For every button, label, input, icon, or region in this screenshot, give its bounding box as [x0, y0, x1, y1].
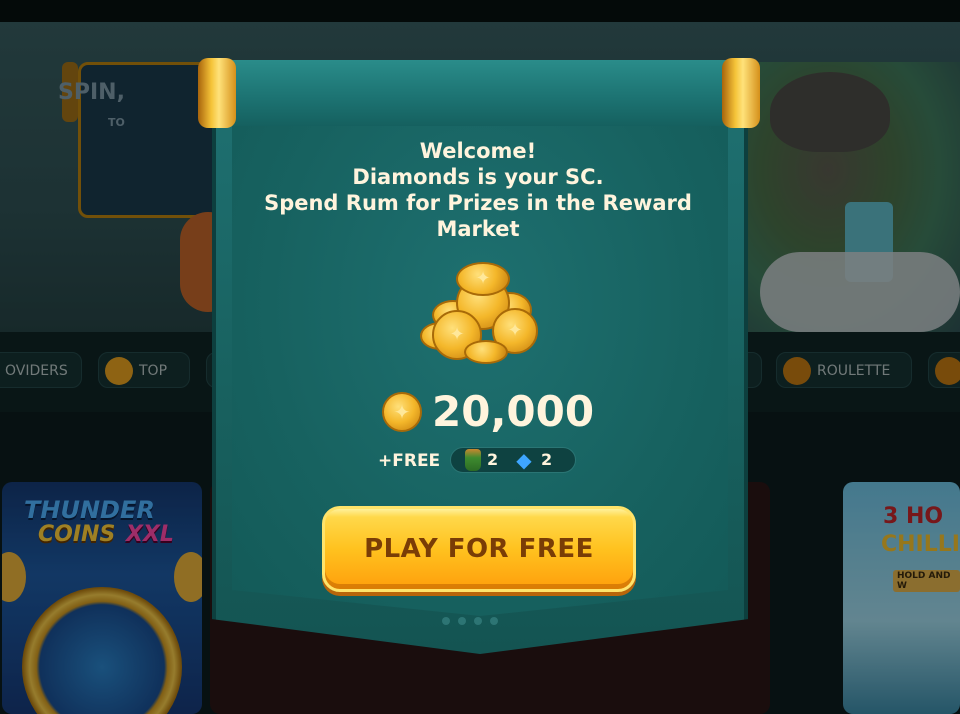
rum-bonus-count: 2 — [487, 450, 499, 469]
gold-coin-icon: ✦ — [382, 392, 422, 432]
free-bonus-label: +FREE — [378, 451, 441, 471]
ornament-dot — [442, 617, 450, 625]
welcome-line-1: Welcome! — [419, 139, 537, 163]
scroll-ornament — [438, 610, 522, 625]
diamond-icon: ◆ — [516, 448, 532, 472]
coin-icon: ✦ — [456, 262, 510, 296]
ornament-dot — [474, 617, 482, 625]
ornament-dot — [490, 617, 498, 625]
rum-bottle-icon — [465, 449, 481, 471]
scroll-rod-cap-left — [198, 58, 236, 128]
reward-amount-value: 20,000 — [432, 387, 595, 436]
welcome-line-3: Spend Rum for Prizes in the Reward — [264, 191, 692, 215]
gold-coins-pile-icon: ✦ ✦ ✦ — [418, 262, 542, 366]
ornament-dot — [458, 617, 466, 625]
scroll-rod-cap-right — [722, 58, 760, 128]
play-for-free-button[interactable]: PLAY FOR FREE — [322, 506, 636, 592]
free-bonus-pill: 2 ◆ 2 — [450, 447, 576, 473]
diamond-bonus-count: 2 — [541, 450, 553, 469]
welcome-line-2: Diamonds is your SC. — [352, 165, 604, 189]
coin-icon — [464, 340, 508, 364]
welcome-line-4: Market — [436, 217, 520, 241]
welcome-message: Welcome! Diamonds is your SC. Spend Rum … — [262, 138, 694, 242]
scroll-top-rod — [226, 60, 734, 126]
